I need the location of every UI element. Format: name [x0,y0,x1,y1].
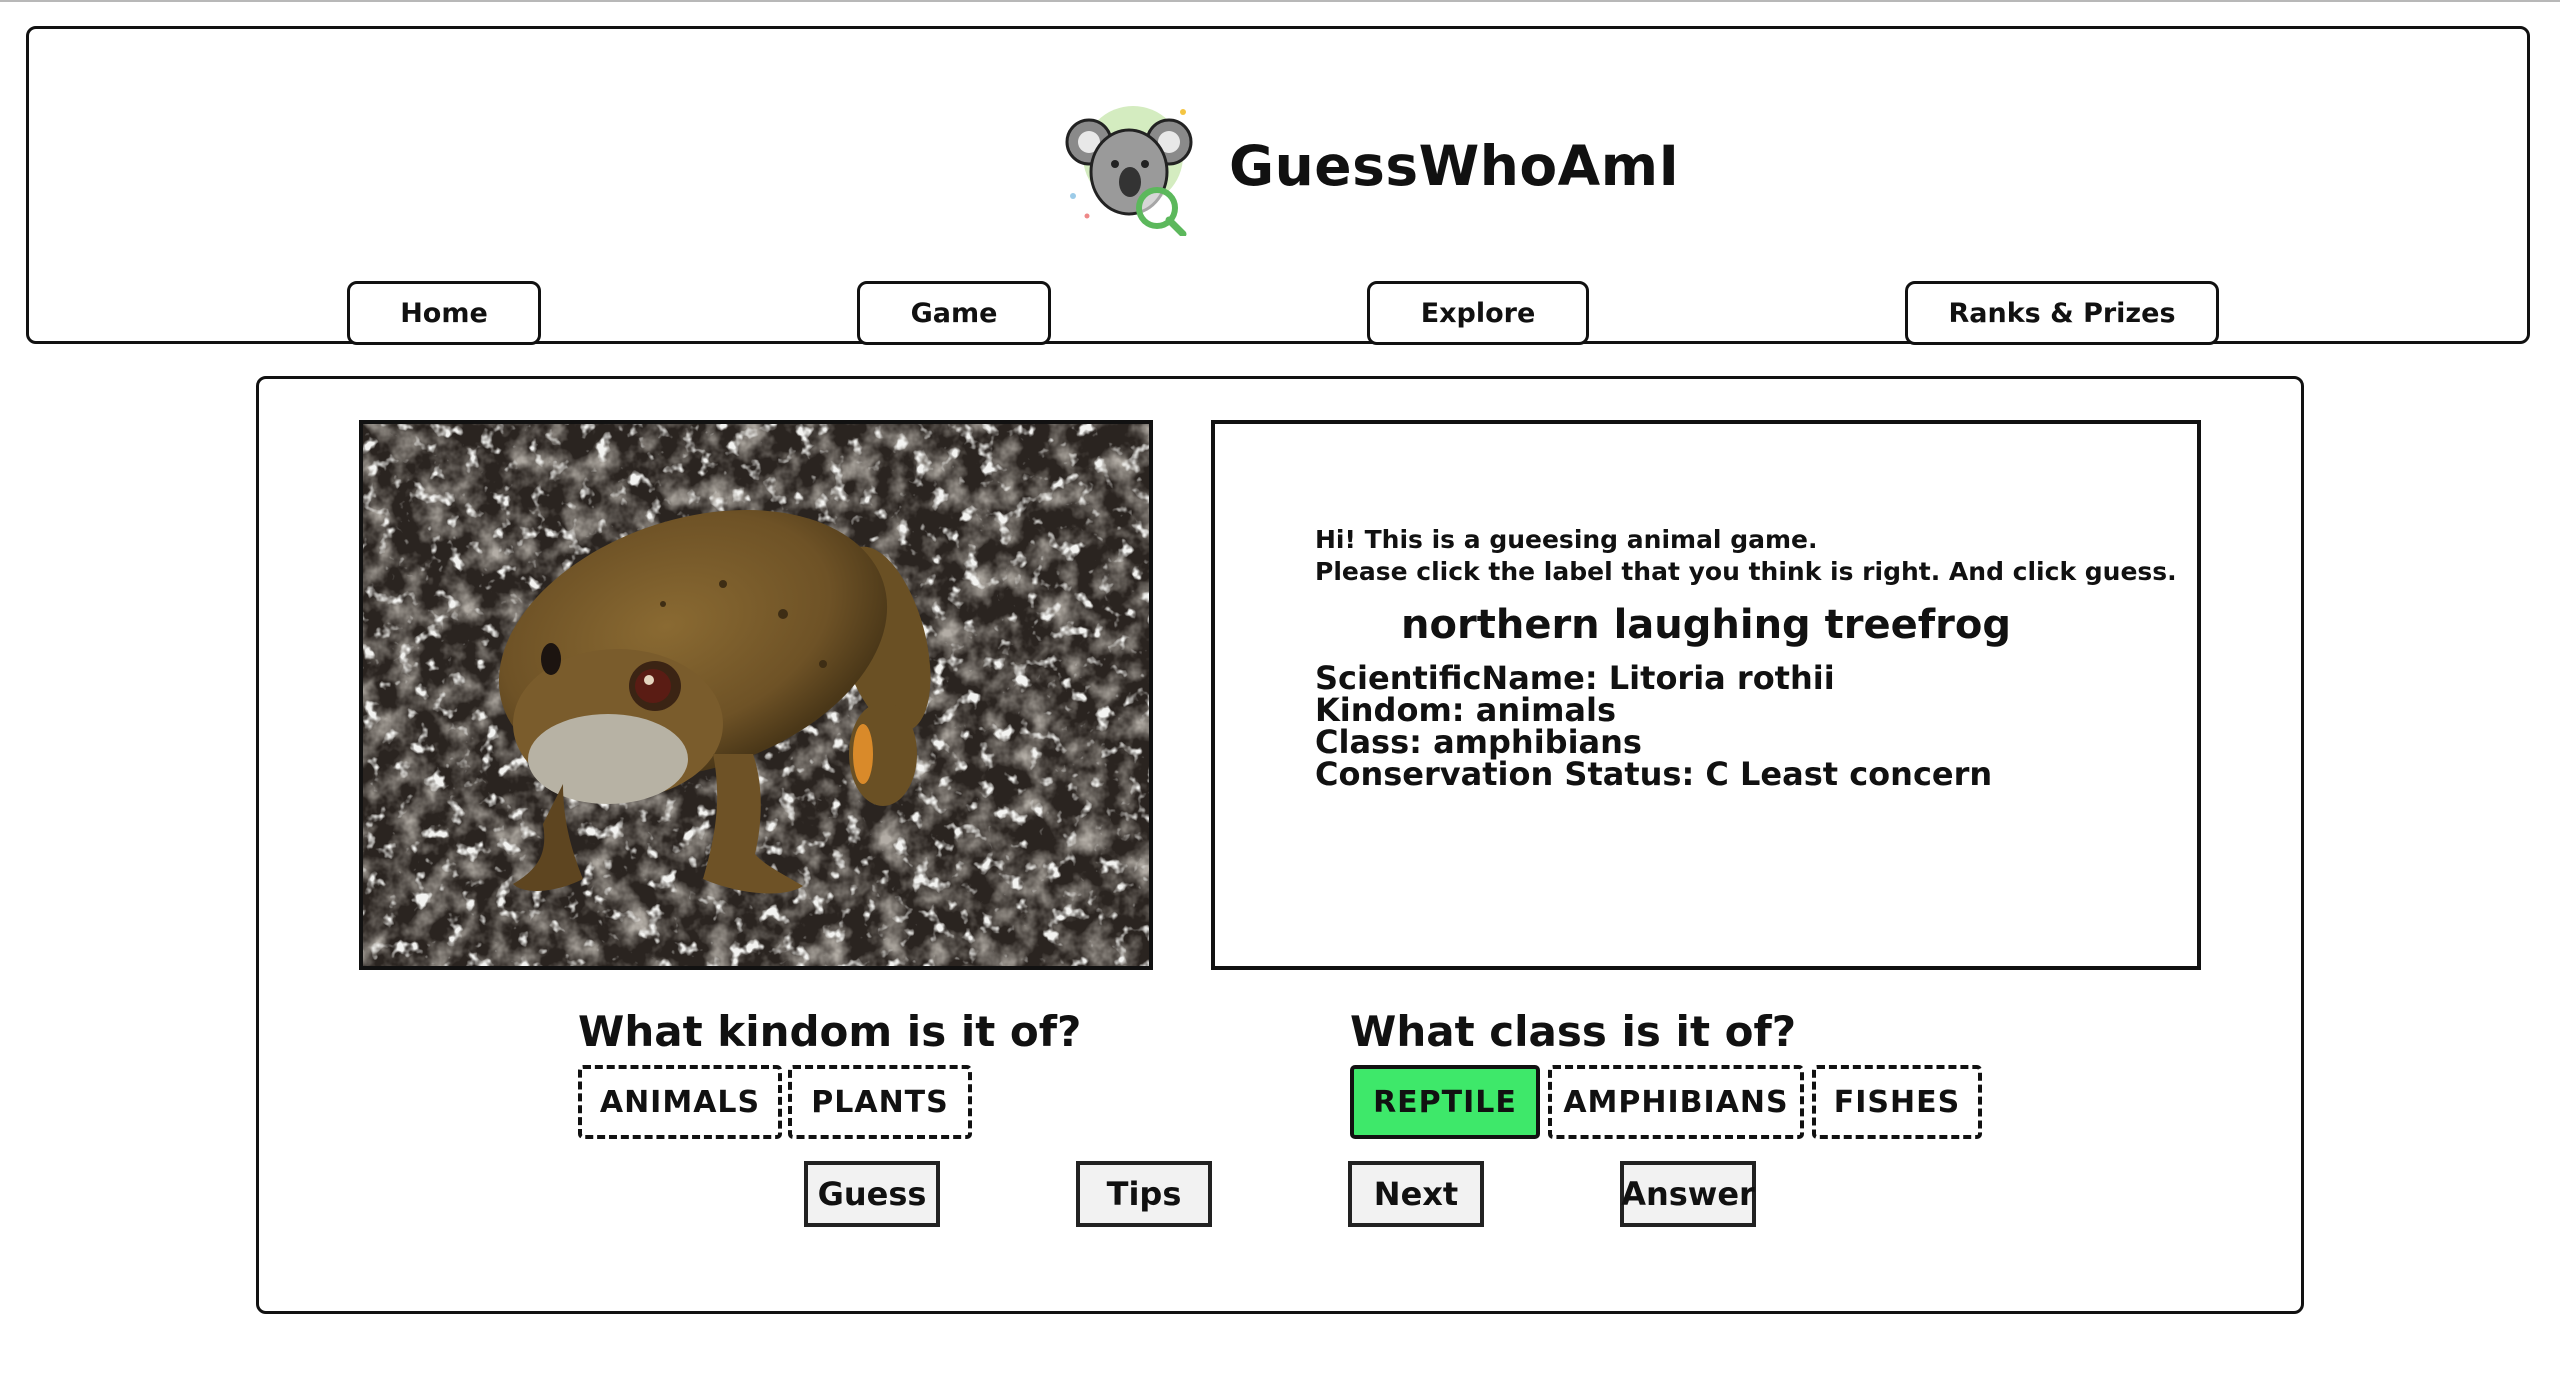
intro-line-1: Hi! This is a gueesing animal game. [1315,525,1818,554]
conservation-status: Conservation Status: C Least concern [1315,755,1993,793]
class-option-reptile[interactable]: REPTILE [1350,1065,1540,1139]
brand[interactable]: GuessWhoAmI [1059,91,1680,241]
nav-explore-button[interactable]: Explore [1367,281,1589,345]
guess-button[interactable]: Guess [804,1161,940,1227]
nav-home-button[interactable]: Home [347,281,541,345]
animal-info-card: Hi! This is a gueesing animal game. Plea… [1211,420,2201,970]
intro-text: Hi! This is a gueesing animal game. Plea… [1315,524,2177,588]
animal-photo [359,420,1153,970]
animal-name: northern laughing treefrog [1401,602,2011,648]
class-option-fishes[interactable]: FISHES [1812,1065,1982,1139]
tips-button[interactable]: Tips [1076,1161,1212,1227]
app-title: GuessWhoAmI [1229,134,1680,198]
kingdom-option-animals[interactable]: ANIMALS [578,1065,782,1139]
animal-details: ScientificName: Litoria rothii Kindom: a… [1315,662,1992,790]
class-value: Class: amphibians [1315,723,1642,761]
scientific-name: ScientificName: Litoria rothii [1315,659,1835,697]
top-border-line [0,0,2560,2]
answer-button[interactable]: Answer [1620,1161,1756,1227]
class-option-amphibians[interactable]: AMPHIBIANS [1548,1065,1804,1139]
kingdom-option-plants[interactable]: PLANTS [788,1065,972,1139]
kingdom-value: Kindom: animals [1315,691,1617,729]
site-header: GuessWhoAmI Home Game Explore Ranks & Pr… [26,26,2530,345]
nav-game-button[interactable]: Game [857,281,1051,345]
intro-line-2: Please click the label that you think is… [1315,557,2177,586]
nav-ranks-prizes-button[interactable]: Ranks & Prizes [1905,281,2219,345]
frog-photo [363,424,1149,966]
kingdom-question-title: What kindom is it of? [578,1007,1082,1056]
class-question-title: What class is it of? [1350,1007,1797,1056]
koala-magnifier-icon [1065,106,1193,236]
next-button[interactable]: Next [1348,1161,1484,1227]
